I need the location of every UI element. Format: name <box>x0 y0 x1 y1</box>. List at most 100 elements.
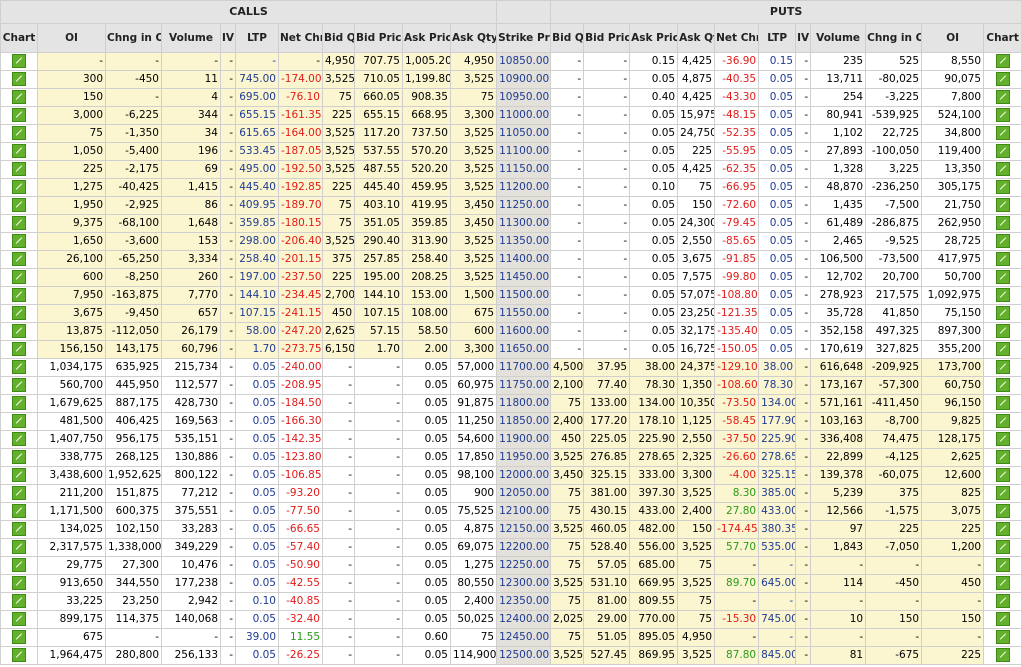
chart-icon[interactable] <box>12 216 26 230</box>
chart-icon[interactable] <box>12 252 26 266</box>
put-chart-icon[interactable] <box>983 70 1021 89</box>
column-header-5[interactable]: LTP <box>235 23 279 53</box>
strike-price[interactable]: 11800.00 <box>496 394 552 413</box>
strike-price[interactable]: 11250.00 <box>496 196 552 215</box>
chart-icon[interactable] <box>995 270 1010 284</box>
chart-icon[interactable] <box>12 90 26 104</box>
chart-icon[interactable] <box>995 162 1010 176</box>
call-ltp[interactable]: 0.05 <box>235 574 279 593</box>
chart-icon[interactable] <box>12 126 26 140</box>
put-ltp[interactable]: 0.05 <box>758 250 797 269</box>
put-ltp[interactable]: 38.00 <box>758 358 797 377</box>
chart-icon[interactable] <box>12 198 26 212</box>
put-chart-icon[interactable] <box>983 448 1021 467</box>
column-header-10[interactable]: Ask Qty <box>449 23 498 53</box>
chart-icon[interactable] <box>12 360 26 374</box>
strike-price[interactable]: 12250.00 <box>496 556 552 575</box>
chart-icon[interactable] <box>12 522 26 536</box>
call-chart-icon[interactable] <box>0 322 38 341</box>
strike-price[interactable]: 12350.00 <box>496 592 552 611</box>
put-chart-icon[interactable] <box>983 232 1021 251</box>
put-ltp[interactable]: - <box>758 628 797 647</box>
chart-icon[interactable] <box>995 594 1010 608</box>
put-chart-icon[interactable] <box>983 304 1021 323</box>
chart-icon[interactable] <box>12 270 26 284</box>
put-ltp[interactable]: 385.00 <box>758 484 797 503</box>
strike-price[interactable]: 12300.00 <box>496 574 552 593</box>
chart-icon[interactable] <box>12 414 26 428</box>
call-chart-icon[interactable] <box>0 142 38 161</box>
chart-icon[interactable] <box>995 90 1010 104</box>
call-ltp[interactable]: 0.05 <box>235 538 279 557</box>
chart-icon[interactable] <box>995 342 1010 356</box>
chart-icon[interactable] <box>12 72 26 86</box>
call-chart-icon[interactable] <box>0 106 38 125</box>
strike-price[interactable]: 12400.00 <box>496 610 552 629</box>
call-ltp[interactable]: 144.10 <box>235 286 279 305</box>
put-ltp[interactable]: 225.90 <box>758 430 797 449</box>
put-ltp[interactable]: 134.00 <box>758 394 797 413</box>
chart-icon[interactable] <box>12 540 26 554</box>
chart-icon[interactable] <box>12 396 26 410</box>
chart-icon[interactable] <box>12 432 26 446</box>
put-ltp[interactable]: 433.00 <box>758 502 797 521</box>
put-ltp[interactable]: 0.05 <box>758 178 797 197</box>
chart-icon[interactable] <box>12 612 26 626</box>
call-chart-icon[interactable] <box>0 394 38 413</box>
strike-price[interactable]: 10900.00 <box>496 70 552 89</box>
chart-icon[interactable] <box>995 180 1010 194</box>
put-chart-icon[interactable] <box>983 610 1021 629</box>
call-chart-icon[interactable] <box>0 610 38 629</box>
column-header-4[interactable]: IV <box>220 23 236 53</box>
column-header-22[interactable]: Chart <box>983 23 1021 53</box>
call-ltp[interactable]: 695.00 <box>235 88 279 107</box>
chart-icon[interactable] <box>12 108 26 122</box>
put-ltp[interactable]: 0.05 <box>758 286 797 305</box>
put-chart-icon[interactable] <box>983 358 1021 377</box>
call-ltp[interactable]: 0.05 <box>235 430 279 449</box>
chart-icon[interactable] <box>995 396 1010 410</box>
call-chart-icon[interactable] <box>0 448 38 467</box>
strike-price[interactable]: 11000.00 <box>496 106 552 125</box>
put-ltp[interactable]: 278.65 <box>758 448 797 467</box>
put-ltp[interactable]: 78.30 <box>758 376 797 395</box>
chart-icon[interactable] <box>12 324 26 338</box>
call-ltp[interactable]: 298.00 <box>235 232 279 251</box>
strike-price[interactable]: 11850.00 <box>496 412 552 431</box>
call-chart-icon[interactable] <box>0 592 38 611</box>
put-ltp[interactable]: 380.35 <box>758 520 797 539</box>
strike-price[interactable]: 11950.00 <box>496 448 552 467</box>
chart-icon[interactable] <box>995 558 1010 572</box>
strike-price[interactable]: 11300.00 <box>496 214 552 233</box>
chart-icon[interactable] <box>995 54 1010 68</box>
call-chart-icon[interactable] <box>0 214 38 233</box>
strike-price[interactable]: 12000.00 <box>496 466 552 485</box>
put-ltp[interactable]: 845.00 <box>758 646 797 665</box>
call-chart-icon[interactable] <box>0 196 38 215</box>
chart-icon[interactable] <box>12 378 26 392</box>
call-ltp[interactable]: 409.95 <box>235 196 279 215</box>
put-chart-icon[interactable] <box>983 322 1021 341</box>
column-header-9[interactable]: Ask Price <box>402 23 451 53</box>
put-ltp[interactable]: 0.05 <box>758 268 797 287</box>
call-chart-icon[interactable] <box>0 52 38 71</box>
put-ltp[interactable]: 0.05 <box>758 124 797 143</box>
call-chart-icon[interactable] <box>0 466 38 485</box>
chart-icon[interactable] <box>995 468 1010 482</box>
call-chart-icon[interactable] <box>0 556 38 575</box>
chart-icon[interactable] <box>12 342 26 356</box>
strike-price[interactable]: 12200.00 <box>496 538 552 557</box>
chart-icon[interactable] <box>995 648 1010 662</box>
put-chart-icon[interactable] <box>983 502 1021 521</box>
put-chart-icon[interactable] <box>983 412 1021 431</box>
chart-icon[interactable] <box>12 162 26 176</box>
call-ltp[interactable]: 445.40 <box>235 178 279 197</box>
chart-icon[interactable] <box>12 450 26 464</box>
call-chart-icon[interactable] <box>0 232 38 251</box>
column-header-21[interactable]: OI <box>921 23 985 53</box>
chart-icon[interactable] <box>995 252 1010 266</box>
call-chart-icon[interactable] <box>0 286 38 305</box>
put-ltp[interactable]: 0.05 <box>758 232 797 251</box>
call-chart-icon[interactable] <box>0 574 38 593</box>
chart-icon[interactable] <box>12 486 26 500</box>
